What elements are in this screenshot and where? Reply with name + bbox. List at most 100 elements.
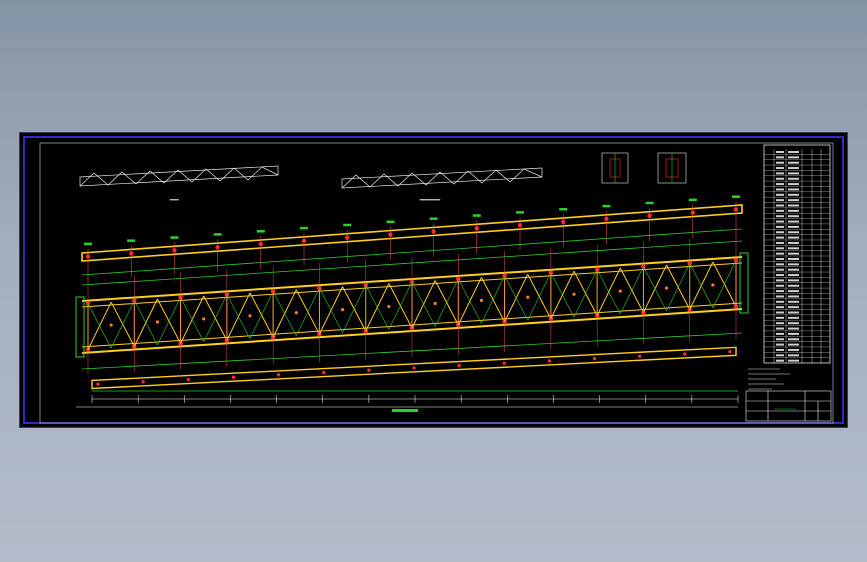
main-truss-top-node <box>131 298 137 303</box>
table-cell-mark <box>788 290 799 293</box>
upper-truss-label-mark <box>127 239 136 242</box>
table-cell-mark <box>776 167 784 170</box>
table-cell-mark <box>776 231 784 234</box>
section-detail-2 <box>657 152 687 184</box>
table-cell-mark <box>788 247 799 250</box>
main-truss-elevation <box>75 235 749 375</box>
upper-truss-label-mark <box>559 208 568 211</box>
table-cell-mark <box>788 279 799 282</box>
table-cell-mark <box>788 188 799 191</box>
upper-truss-node <box>129 251 134 256</box>
main-truss-bottom-node <box>317 331 322 337</box>
table-cell-mark <box>776 359 784 362</box>
table-cell-mark <box>776 306 784 309</box>
upper-truss-node <box>301 238 307 244</box>
table-cell-mark <box>788 327 799 330</box>
bottom-chord-node <box>276 373 281 377</box>
table-cell-mark <box>788 215 799 218</box>
table-cell-mark <box>776 327 784 330</box>
upper-truss-label-mark <box>688 198 697 202</box>
table-cell-mark <box>788 338 799 341</box>
main-truss-mid-node <box>109 323 113 327</box>
upper-truss-label-mark <box>732 195 740 198</box>
bottom-chord-node <box>683 352 687 356</box>
table-cell-mark <box>776 156 784 159</box>
left-end-support <box>75 296 85 358</box>
table-cell-mark <box>776 332 784 335</box>
table-cell-mark <box>788 199 799 202</box>
table-cell-mark <box>788 348 799 351</box>
upper-truss-top-chord <box>81 204 743 262</box>
main-truss-bottom-node <box>131 344 137 349</box>
table-cell-mark <box>776 290 784 293</box>
table-cell-mark <box>788 300 799 303</box>
table-cell-mark <box>776 151 784 153</box>
upper-truss-label-mark <box>429 217 438 220</box>
table-cell-mark <box>788 236 799 239</box>
upper-truss-label-mark <box>300 226 308 230</box>
table-cell-mark <box>776 300 784 303</box>
upper-truss-node <box>647 213 652 218</box>
table-cell-mark <box>788 252 799 255</box>
upper-truss-node <box>215 244 220 250</box>
table-cell-mark <box>788 231 799 234</box>
bottom-chord-node <box>457 363 461 368</box>
truss-drawing: ─── ─────── <box>23 136 844 424</box>
drawing-border <box>23 136 844 424</box>
table-cell-mark <box>788 332 799 335</box>
bottom-chord-node <box>502 361 506 365</box>
table-cell-mark <box>788 183 799 186</box>
table-cell-mark <box>776 274 784 277</box>
table-cell-mark <box>788 359 799 362</box>
upper-truss-label-mark <box>256 229 265 233</box>
upper-truss-node <box>172 248 177 253</box>
table-cell-mark <box>788 322 799 325</box>
material-schedule-table <box>763 144 831 364</box>
bottom-chord-node <box>367 368 371 372</box>
upper-truss-label-mark <box>84 242 92 246</box>
table-cell-mark <box>788 268 799 271</box>
main-truss-top-node <box>363 282 369 288</box>
main-truss-top-node <box>641 264 646 269</box>
table-cell-mark <box>776 193 784 196</box>
upper-truss-node <box>345 235 350 240</box>
main-truss-mid-node <box>618 289 622 293</box>
main-truss-mid-node <box>387 304 391 309</box>
upper-truss-label-mark <box>645 201 654 205</box>
table-cell-mark <box>788 316 799 319</box>
table-cell-mark <box>788 220 799 223</box>
table-cell-mark <box>776 188 784 191</box>
general-notes <box>748 368 790 390</box>
overall-length-label-mark <box>392 409 418 412</box>
table-cell-mark <box>776 220 784 223</box>
table-cell-mark <box>788 167 799 170</box>
upper-truss-label-mark <box>343 223 352 227</box>
upper-truss-label-mark <box>170 236 179 239</box>
main-truss-mid-node <box>711 283 715 287</box>
table-cell-mark <box>788 209 799 212</box>
table-cell-mark <box>776 268 784 271</box>
upper-truss-node <box>388 232 393 237</box>
table-cell-mark <box>776 343 784 346</box>
bottom-chord-node <box>322 370 326 375</box>
table-cell-mark <box>776 204 784 207</box>
table-cell-mark <box>788 311 799 314</box>
main-truss-mid-node <box>433 301 437 306</box>
table-cell-mark <box>776 172 784 175</box>
main-truss-bottom-node <box>594 313 600 318</box>
main-truss-mid-node <box>340 308 345 312</box>
table-cell-mark <box>788 274 799 277</box>
table-cell-mark <box>776 348 784 351</box>
upper-truss-node <box>690 210 695 215</box>
upper-truss-node <box>604 216 609 222</box>
table-cell-mark <box>776 215 784 218</box>
upper-truss-label-mark <box>602 204 611 208</box>
table-cell-mark <box>776 199 784 202</box>
bottom-chord-node <box>412 366 416 370</box>
main-truss-mid-node <box>294 311 298 315</box>
upper-truss-node <box>431 229 436 234</box>
table-cell-mark <box>788 343 799 346</box>
table-cell-mark <box>788 172 799 175</box>
cad-drawing-sheet: ─── ─────── <box>20 133 847 427</box>
section-detail-1 <box>601 152 629 184</box>
